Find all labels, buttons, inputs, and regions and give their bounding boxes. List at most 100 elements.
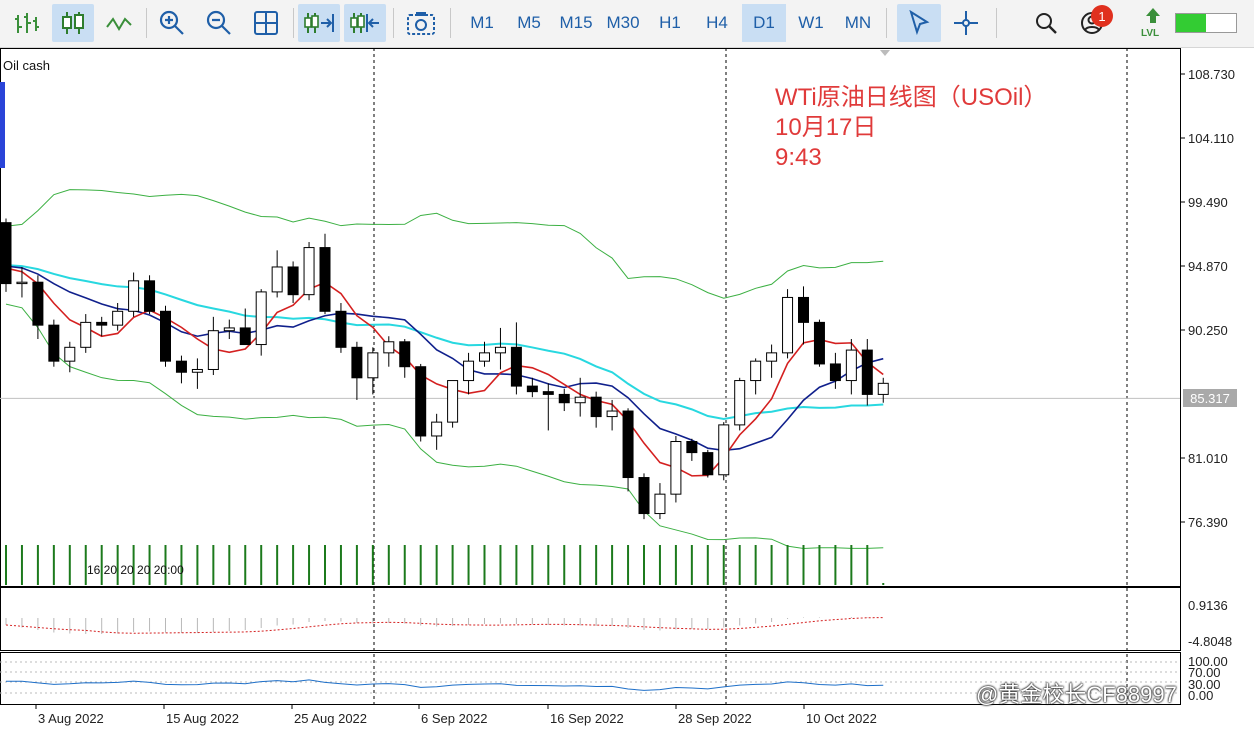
chart-shift-marker — [880, 50, 890, 56]
timeframe-h4[interactable]: H4 — [696, 4, 738, 42]
timeframe-d1[interactable]: D1 — [742, 4, 786, 42]
candle-body — [191, 368, 203, 373]
rsi-line — [5, 679, 884, 691]
candle-body — [16, 281, 28, 285]
zoom-in-button[interactable] — [152, 4, 192, 42]
macd-tick-label: 0.9136 — [1188, 598, 1228, 613]
signal-arrow-icon — [1146, 8, 1160, 23]
candle-body — [463, 360, 475, 382]
zoom-in-icon — [159, 10, 184, 35]
chart-annotation: WTi原油日线图（USOil） 10月17日 9:43 — [775, 83, 1047, 173]
candle-body — [638, 477, 650, 515]
candle-body — [590, 396, 602, 418]
timeframe-m5[interactable]: M5 — [508, 4, 550, 42]
bar-chart-button[interactable] — [8, 4, 46, 42]
candle-body — [861, 349, 873, 395]
timeframe-mn[interactable]: MN — [837, 4, 879, 42]
separator — [293, 8, 294, 38]
date-label: 15 Aug 2022 — [166, 711, 239, 726]
candle-body — [0, 222, 12, 285]
price-tick-label: 94.870 — [1188, 259, 1228, 274]
candle-body — [654, 493, 666, 515]
macd-tick-label: -4.8048 — [1188, 634, 1232, 649]
annotation-time: 9:43 — [775, 144, 822, 171]
timeframe-h1[interactable]: H1 — [649, 4, 691, 42]
date-label: 6 Sep 2022 — [421, 711, 488, 726]
candle-body — [510, 346, 522, 387]
annotation-date: 10月17日 — [775, 114, 877, 141]
time-tags: 16 20 20 20 20:00 — [87, 563, 184, 577]
screenshot-button[interactable] — [401, 4, 441, 42]
search-button[interactable] — [1026, 4, 1066, 42]
notification-badge: 1 — [1091, 5, 1113, 27]
grid-icon — [254, 11, 278, 35]
timeframe-m1[interactable]: M1 — [461, 4, 503, 42]
separator — [146, 8, 147, 38]
autoscroll-button[interactable] — [298, 4, 340, 42]
candle-body — [335, 310, 347, 348]
candle-body — [845, 349, 857, 382]
candle-body — [351, 346, 363, 379]
macd-panel-frame — [0, 587, 1181, 651]
candle-body — [144, 280, 156, 312]
candle-body — [606, 410, 618, 418]
camera-icon — [407, 12, 435, 35]
crosshair-button[interactable] — [946, 4, 986, 42]
autoscroll-icon — [304, 13, 334, 33]
candle-body — [239, 327, 251, 346]
price-chart[interactable]: 108.730 104.110 99.490 94.870 90.250 81.010 76… — [0, 48, 1254, 738]
candle-body — [160, 310, 171, 362]
cursor-icon — [909, 10, 930, 36]
chart-shift-button[interactable] — [344, 4, 386, 42]
line-chart-button[interactable] — [100, 4, 138, 42]
separator — [450, 8, 451, 38]
search-icon — [1036, 13, 1057, 34]
price-tick-label: 104.110 — [1188, 131, 1234, 146]
candle-body — [207, 330, 219, 370]
date-label: 25 Aug 2022 — [294, 711, 367, 726]
watermark: @黄金校长CF88997 — [976, 682, 1177, 707]
candle-body — [223, 327, 235, 332]
cursor-button[interactable] — [897, 4, 941, 42]
candle-body — [175, 360, 187, 373]
crosshair-icon — [954, 11, 978, 35]
candle-body — [112, 310, 124, 326]
bar-chart-icon — [15, 13, 39, 33]
date-label: 16 Sep 2022 — [550, 711, 624, 726]
timeframe-m30[interactable]: M30 — [602, 4, 644, 42]
candlestick-button[interactable] — [52, 4, 94, 42]
price-tick-label: 99.490 — [1188, 195, 1228, 210]
candle-body — [750, 360, 762, 382]
candle-body — [542, 391, 554, 395]
zoom-out-button[interactable] — [199, 4, 239, 42]
candle-body — [877, 382, 889, 395]
current-price-label: 85.317 — [1183, 389, 1237, 407]
candle-body — [32, 281, 44, 326]
macd-signal-line — [5, 617, 884, 634]
lvl-label: LVL — [1141, 28, 1160, 39]
candle-body — [303, 247, 315, 296]
candle-body — [287, 266, 299, 296]
timeframe-m15[interactable]: M15 — [555, 4, 597, 42]
candle-body — [718, 424, 730, 476]
candle-body — [271, 266, 283, 293]
line-chart-icon — [106, 17, 132, 31]
toolbar: M1 M5 M15 M30 H1 H4 D1 W1 MN 1 LVL — [0, 0, 1254, 48]
separator — [886, 8, 887, 38]
candle-body — [447, 380, 459, 423]
candle-body — [64, 346, 76, 362]
candle-body — [48, 324, 60, 362]
candlestick-icon — [62, 12, 84, 34]
chart-shift-icon — [350, 13, 379, 33]
candle-body — [319, 247, 331, 312]
grid-button[interactable] — [246, 4, 286, 42]
candle-body — [415, 366, 427, 437]
price-tick-label: 76.390 — [1188, 515, 1228, 530]
annotation-title: WTi原油日线图（USOil） — [775, 84, 1048, 111]
timeframe-w1[interactable]: W1 — [790, 4, 832, 42]
candle-body — [766, 352, 778, 362]
candle-body — [383, 341, 395, 354]
date-label: 28 Sep 2022 — [678, 711, 752, 726]
symbol-label: Oil cash — [3, 58, 50, 73]
connection-status-bar — [1175, 13, 1237, 33]
